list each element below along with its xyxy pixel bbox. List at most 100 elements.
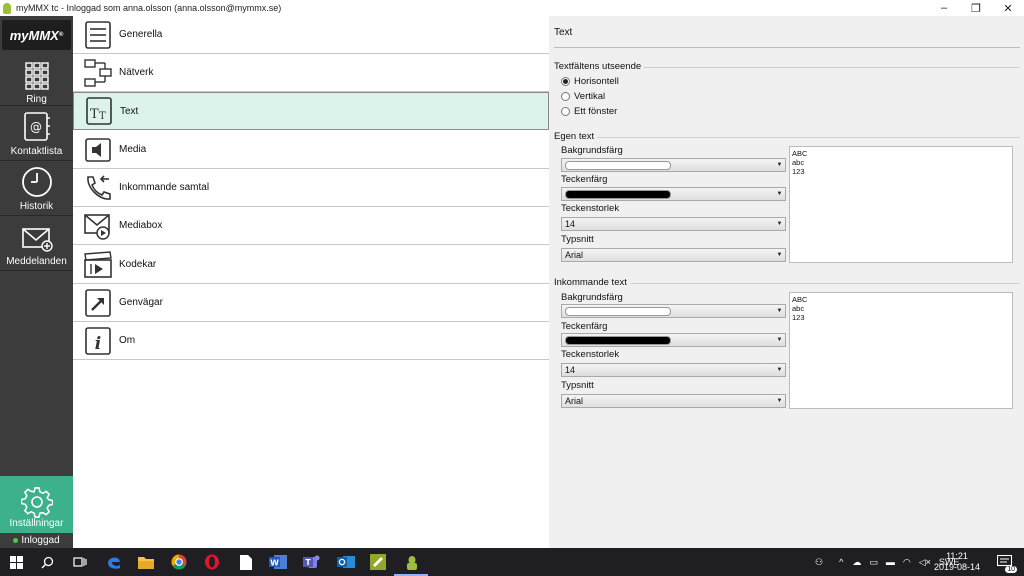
radio-horizontal[interactable]: Horisontell [561,76,619,87]
panel-title-divider [554,47,1020,48]
incoming-font-select[interactable]: Arial ▼ [561,394,786,408]
category-label: Media [119,144,147,155]
window-title: myMMX tc - Inloggad som anna.olsson (ann… [16,3,282,13]
radio-unselected-icon [561,92,570,101]
dialpad-icon [24,62,49,90]
category-label: Om [119,335,136,346]
panel-title: Text [554,27,573,38]
category-generella[interactable]: Generella [73,16,549,54]
restore-button[interactable]: ❐ [960,0,992,16]
sidebar-item-label: Kontaktlista [10,146,63,157]
mediabox-icon [83,211,113,241]
edge-browser-icon[interactable] [105,553,123,571]
task-view-icon[interactable] [71,553,89,571]
codec-icon [83,250,113,280]
volume-muted-icon[interactable]: ◁× [919,557,931,568]
own-font-label: Typsnitt [561,234,594,245]
selected-value: 14 [565,365,576,375]
minimize-button[interactable]: – [928,0,960,16]
sidebar-item-label: Historik [19,201,54,212]
chevron-down-icon: ▼ [776,221,783,227]
sidebar-item-ring[interactable]: Ring [0,54,73,108]
sidebar-item-contacts[interactable]: @ Kontaktlista [0,106,73,160]
sidebar-item-label: Ring [26,94,47,105]
svg-text:@: @ [30,120,42,134]
color-swatch [565,335,671,345]
category-media[interactable]: Media [73,131,549,169]
chrome-icon[interactable] [170,553,188,571]
incoming-text-preview: ABC abc 123 [789,292,1013,409]
incoming-call-icon [83,173,113,203]
login-status-label: Inloggad [21,535,60,546]
word-icon[interactable]: W [269,553,287,571]
status-dot-icon [13,538,19,543]
storage-icon[interactable]: ▬ [886,557,895,567]
sidebar-item-messages[interactable]: Meddelanden [0,216,73,270]
notification-center-icon[interactable]: 10 [996,553,1017,573]
own-font-size-select[interactable]: 14 ▼ [561,217,786,231]
file-explorer-icon[interactable] [137,553,155,571]
radio-label: Vertikal [574,91,606,102]
svg-text:i: i [95,334,101,354]
onedrive-icon[interactable]: ☁ [852,557,861,568]
radio-single-window[interactable]: Ett fönster [561,106,617,117]
battery-icon[interactable]: ▭ [869,557,878,568]
mymmx-taskbar-icon[interactable] [403,553,421,571]
chevron-down-icon: ▼ [776,162,783,168]
category-text[interactable]: TT Text [73,92,549,130]
taskbar-clock[interactable]: 11:21 2019-08-14 [932,551,982,573]
gear-icon [20,487,53,518]
wifi-icon[interactable]: ◠ [903,557,911,568]
notepad-icon[interactable] [237,553,255,571]
chevron-down-icon: ▼ [776,308,783,314]
svg-text:T: T [90,107,99,122]
text-settings-panel: Text Textfältens utseende Horisontell Ve… [549,16,1024,548]
close-button[interactable]: ✕ [992,0,1024,16]
color-swatch [565,306,671,316]
own-background-select[interactable]: ▼ [561,158,786,172]
teams-icon[interactable]: T [303,553,321,571]
own-font-color-select[interactable]: ▼ [561,187,786,201]
network-icon [83,58,113,88]
selected-value: 14 [565,219,576,229]
category-incoming-calls[interactable]: Inkommande samtal [73,169,549,207]
color-swatch [565,189,671,199]
shortcut-icon [83,288,113,318]
people-icon[interactable]: ⚇ [815,557,823,568]
opera-icon[interactable] [203,553,221,571]
title-bar: myMMX tc - Inloggad som anna.olsson (ann… [0,0,1024,16]
category-label: Mediabox [119,220,163,231]
notes-app-icon[interactable] [369,553,387,571]
text-icon: TT [84,96,114,126]
sidebar-item-settings[interactable]: Inställningar [0,476,73,533]
contacts-icon: @ [23,112,50,141]
info-icon: i [83,326,113,356]
sidebar-item-label: Inställningar [9,518,64,529]
radio-vertical[interactable]: Vertikal [561,91,605,102]
outlook-icon[interactable] [337,553,355,571]
category-label: Genvägar [119,297,163,308]
category-codecs[interactable]: Kodekar [73,246,549,284]
category-shortcuts[interactable]: Genvägar [73,284,549,322]
clock-icon [21,167,52,197]
chevron-up-icon[interactable]: ^ [839,557,843,567]
windows-start-icon[interactable] [7,553,25,571]
own-font-select[interactable]: Arial ▼ [561,248,786,262]
category-label: Inkommande samtal [119,182,210,193]
speaker-icon [83,135,113,165]
search-icon[interactable] [38,553,56,571]
incoming-background-select[interactable]: ▼ [561,304,786,318]
logo: myMMX ® [2,20,71,50]
incoming-font-color-select[interactable]: ▼ [561,333,786,347]
svg-text:T: T [99,111,106,122]
radio-selected-icon [561,77,570,86]
radio-unselected-icon [561,107,570,116]
radio-label: Ett fönster [574,106,618,117]
taskbar: W T ⚇ ^ ☁ ▭ ▬ ◠ ◁× SWE 11:21 2019-08-14 … [0,548,1024,576]
category-natverk[interactable]: Nätverk [73,54,549,92]
incoming-font-size-select[interactable]: 14 ▼ [561,363,786,377]
category-about[interactable]: i Om [73,322,549,360]
category-mediabox[interactable]: Mediabox [73,207,549,245]
login-status: Inloggad [0,533,73,548]
sidebar-item-history[interactable]: Historik [0,161,73,215]
